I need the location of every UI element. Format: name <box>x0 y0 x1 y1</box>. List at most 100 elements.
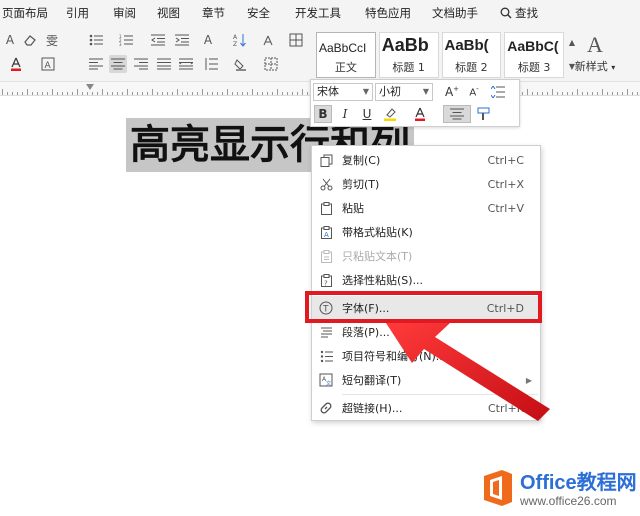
highlight-button[interactable] <box>381 105 399 123</box>
watermark-brand: Office教程网 <box>520 466 637 495</box>
increase-indent-icon[interactable] <box>174 32 190 48</box>
paste-text-icon <box>318 248 334 264</box>
ruler-indent-marker-icon[interactable] <box>86 84 94 92</box>
watermark-brand-en: Office <box>520 472 577 494</box>
ruler-tick <box>532 92 533 95</box>
font-color-icon[interactable] <box>8 56 24 72</box>
ruler-tick <box>212 92 213 95</box>
eraser-icon[interactable] <box>22 32 38 48</box>
ruler-tick <box>637 92 638 95</box>
menu-paste-special[interactable]: ? 选择性粘贴(S)... <box>312 268 540 292</box>
style-normal-name: 正文 <box>334 61 357 74</box>
translate-icon: A文 <box>318 372 334 388</box>
align-left-icon[interactable] <box>88 56 104 72</box>
numbered-list-icon[interactable]: 123 <box>118 32 134 48</box>
watermark-brand-cn: 教程网 <box>576 472 637 494</box>
char-border-icon[interactable]: A <box>40 56 56 72</box>
font-size-select[interactable]: 小初 ▼ <box>375 83 433 101</box>
svg-text:文: 文 <box>326 380 331 387</box>
ruler-tick <box>602 89 603 95</box>
menu-item-review[interactable]: 审阅 <box>113 5 136 21</box>
font-grow-icon[interactable]: A <box>2 32 18 48</box>
menu-item-view[interactable]: 视图 <box>157 5 180 21</box>
ruler-tick <box>232 92 233 95</box>
new-style-button[interactable]: A 新样式 ▾ <box>570 32 620 78</box>
style-gallery: AaBbCcI 正文 AaBb 标题 1 AaBb( 标题 2 AaBbC( 标… <box>316 32 564 78</box>
ruler-tick <box>122 92 123 95</box>
ruler-tick <box>242 92 243 95</box>
underline-icon: U <box>362 107 372 121</box>
ruler-tick <box>147 92 148 95</box>
borders-icon[interactable] <box>263 56 279 72</box>
font-color-icon <box>415 107 425 121</box>
ruler-tick <box>592 92 593 95</box>
menu-paste-with-format[interactable]: A 带格式粘贴(K) <box>312 220 540 244</box>
distributed-align-icon[interactable] <box>178 56 194 72</box>
shading-icon[interactable] <box>233 56 249 72</box>
italic-icon: I <box>342 107 348 121</box>
ruler-tick <box>97 92 98 95</box>
ruler-tick <box>42 92 43 95</box>
style-normal[interactable]: AaBbCcI 正文 <box>316 32 376 78</box>
ruler-tick <box>82 92 83 95</box>
bullet-list-icon[interactable] <box>88 32 104 48</box>
menu-item-page-layout[interactable]: 页面布局 <box>2 5 48 21</box>
grow-font-icon: A+ <box>444 85 460 99</box>
ruler-tick <box>32 92 33 95</box>
ruler-tick <box>162 92 163 95</box>
table-grid-icon[interactable] <box>288 32 304 48</box>
ruler-tick <box>542 92 543 95</box>
menu-item-security[interactable]: 安全 <box>247 5 270 21</box>
decrease-indent-icon[interactable] <box>150 32 166 48</box>
mini-toolbar: 宋体 ▼ 小初 ▼ A+ A- B I U <box>310 79 520 127</box>
align-center-button[interactable] <box>443 105 471 123</box>
ruler-tick <box>192 92 193 95</box>
menu-item-doc-assistant[interactable]: 文档助手 <box>432 5 478 21</box>
ruler-tick <box>297 92 298 95</box>
style-heading-2[interactable]: AaBb( 标题 2 <box>441 32 502 78</box>
shrink-font-button[interactable]: A- <box>465 83 483 101</box>
ruler-tick <box>92 92 93 95</box>
font-name-select[interactable]: 宋体 ▼ <box>313 83 373 101</box>
show-formatting-icon[interactable] <box>260 32 276 48</box>
menu-paste[interactable]: 粘贴 Ctrl+V <box>312 196 540 220</box>
menu-item-special-apps[interactable]: 特色应用 <box>365 5 411 21</box>
annotation-arrow-icon <box>386 323 550 421</box>
menu-item-sections[interactable]: 章节 <box>202 5 225 21</box>
ruler-tick <box>227 89 228 95</box>
menu-paste-special-label: 选择性粘贴(S)... <box>342 274 424 287</box>
menu-paste-text-only-label: 只粘贴文本(T) <box>342 250 413 263</box>
svg-text:Z: Z <box>233 41 237 47</box>
style-heading-3[interactable]: AaBbC( 标题 3 <box>504 32 564 78</box>
menu-item-developer[interactable]: 开发工具 <box>295 5 341 21</box>
justify-icon[interactable] <box>156 56 172 72</box>
line-spacing-icon[interactable] <box>203 56 219 72</box>
ruler-tick <box>262 92 263 95</box>
menu-copy[interactable]: 复制(C) Ctrl+C <box>312 148 540 172</box>
italic-button[interactable]: I <box>336 105 354 123</box>
chevron-down-icon: ▼ <box>422 87 429 96</box>
grow-font-button[interactable]: A+ <box>443 83 461 101</box>
text-direction-icon[interactable]: A <box>200 32 216 48</box>
font-color-button[interactable] <box>411 105 429 123</box>
search-button[interactable]: 查找 <box>500 5 538 21</box>
underline-button[interactable]: U <box>358 105 376 123</box>
style-heading-1[interactable]: AaBb 标题 1 <box>378 32 439 78</box>
align-center-icon[interactable] <box>109 55 127 73</box>
menu-cut[interactable]: 剪切(T) Ctrl+X <box>312 172 540 196</box>
sort-icon[interactable]: AZ <box>232 32 248 48</box>
office-logo-icon <box>484 470 512 506</box>
menu-item-references[interactable]: 引用 <box>66 5 89 21</box>
bold-button[interactable]: B <box>314 105 332 123</box>
ruler-tick <box>37 92 38 95</box>
align-right-icon[interactable] <box>133 56 149 72</box>
line-spacing-button[interactable] <box>489 83 507 101</box>
svg-text:A: A <box>45 61 52 71</box>
ruler-tick <box>572 92 573 95</box>
ruler-tick <box>57 92 58 95</box>
svg-text:A: A <box>324 231 329 239</box>
format-painter-button[interactable] <box>475 105 493 123</box>
phonetic-guide-icon[interactable]: 雯 <box>44 32 60 48</box>
menu-paste-with-format-label: 带格式粘贴(K) <box>342 226 413 239</box>
ruler-tick <box>577 89 578 95</box>
